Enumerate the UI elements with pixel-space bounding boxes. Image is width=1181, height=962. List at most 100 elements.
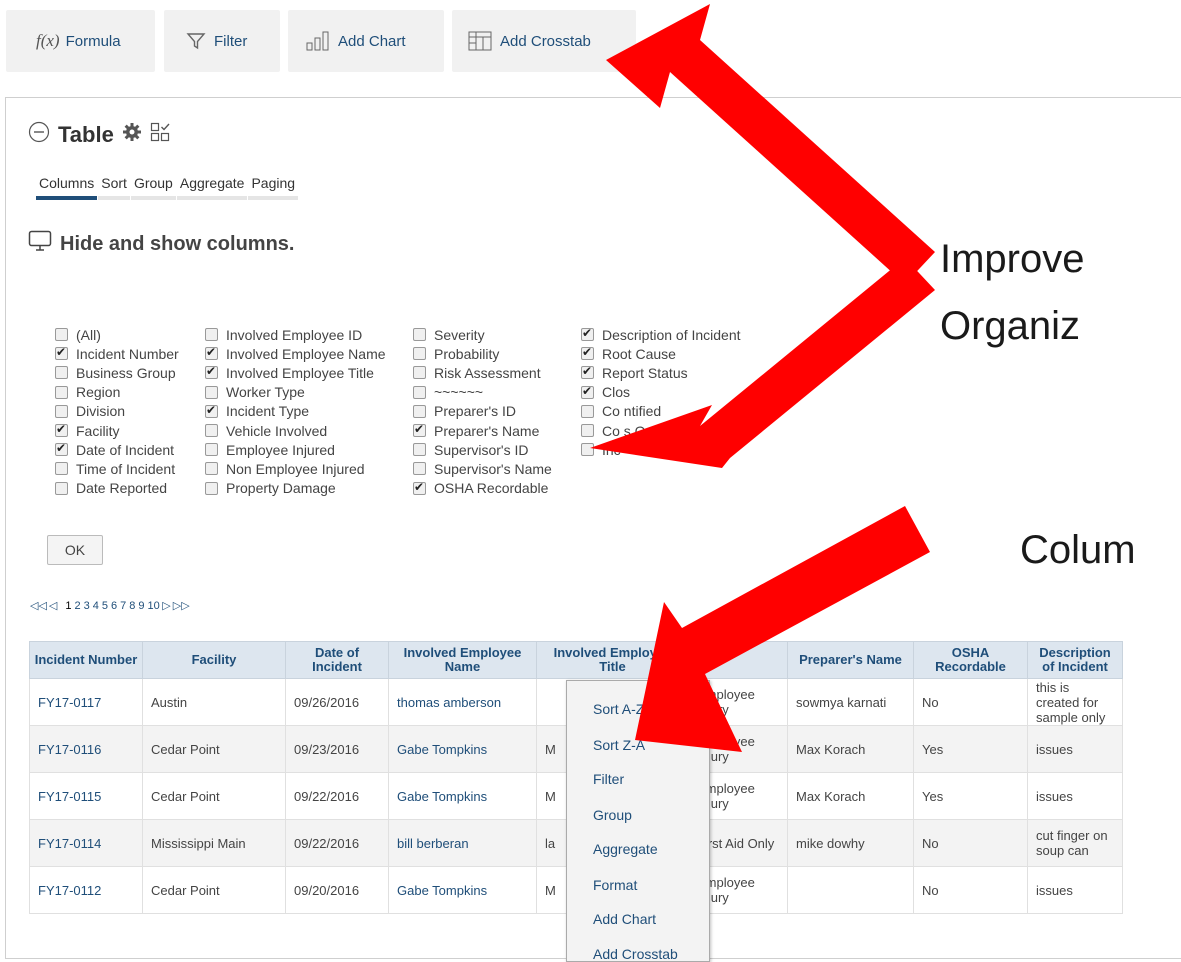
column-checkbox[interactable]: Inc	[581, 440, 741, 459]
unchecked-box[interactable]	[55, 385, 68, 399]
gear-icon[interactable]	[122, 122, 142, 147]
unchecked-box[interactable]	[205, 443, 218, 457]
column-checkbox[interactable]: Preparer's Name	[413, 421, 552, 440]
column-checkbox[interactable]: Supervisor's ID	[413, 440, 552, 459]
unchecked-box[interactable]	[413, 328, 426, 342]
collapse-icon[interactable]	[28, 121, 50, 148]
column-checkbox[interactable]: ~~~~~~	[413, 383, 552, 402]
column-checkbox[interactable]: Date of Incident	[55, 440, 179, 459]
column-checkbox[interactable]: Employee Injured	[205, 440, 386, 459]
menu-item-sort-z-a[interactable]: Sort Z-A	[593, 737, 645, 753]
column-checkbox[interactable]: Risk Assessment	[413, 363, 552, 382]
menu-item-add-chart[interactable]: Add Chart	[593, 911, 656, 927]
checked-box[interactable]	[581, 345, 594, 361]
tab-group[interactable]: Group	[130, 175, 176, 200]
column-checkbox[interactable]: Property Damage	[205, 479, 386, 498]
checked-box[interactable]	[581, 384, 594, 399]
column-checkbox[interactable]: Report Status	[581, 363, 741, 382]
table-cell[interactable]: FY17-0114	[29, 819, 143, 867]
unchecked-box[interactable]	[581, 443, 594, 457]
page-3[interactable]: 3	[84, 600, 90, 612]
unchecked-box[interactable]	[413, 404, 426, 418]
unchecked-box[interactable]	[413, 347, 426, 361]
column-header[interactable]: Preparer's Name	[787, 641, 914, 679]
table-cell[interactable]: Gabe Tompkins	[388, 725, 537, 773]
table-cell[interactable]: thomas amberson	[388, 678, 537, 726]
unchecked-box[interactable]	[205, 385, 218, 399]
page-5[interactable]: 5	[102, 600, 108, 612]
page-6[interactable]: 6	[111, 600, 117, 612]
column-checkbox[interactable]: Probability	[413, 344, 552, 363]
checked-box[interactable]	[581, 326, 594, 342]
table-cell[interactable]: bill berberan	[388, 819, 537, 867]
unchecked-box[interactable]	[55, 404, 68, 418]
column-checkbox[interactable]: Root Cause	[581, 344, 741, 363]
formula-button[interactable]: f(x) Formula	[6, 10, 155, 72]
menu-item-add-crosstab[interactable]: Add Crosstab	[593, 946, 678, 962]
unchecked-box[interactable]	[55, 328, 68, 342]
menu-item-aggregate[interactable]: Aggregate	[593, 841, 658, 857]
column-checkbox[interactable]: Involved Employee Name	[205, 344, 386, 363]
column-checkbox[interactable]: Involved Employee ID	[205, 325, 386, 344]
column-header[interactable]: Involved Employee Title	[536, 641, 689, 679]
unchecked-box[interactable]	[413, 366, 426, 380]
tab-sort[interactable]: Sort	[98, 175, 130, 200]
checked-box[interactable]	[205, 364, 218, 380]
checked-box[interactable]	[581, 364, 594, 380]
page-4[interactable]: 4	[93, 600, 99, 612]
page-2[interactable]: 2	[75, 600, 81, 612]
table-cell[interactable]: Gabe Tompkins	[388, 866, 537, 914]
tab-paging[interactable]: Paging	[248, 175, 299, 200]
column-checkbox[interactable]: Business Group	[55, 363, 179, 382]
table-cell[interactable]: FY17-0112	[29, 866, 143, 914]
table-cell[interactable]: FY17-0116	[29, 725, 143, 773]
unchecked-box[interactable]	[205, 481, 218, 495]
column-checkbox[interactable]: Supervisor's Name	[413, 459, 552, 478]
unchecked-box[interactable]	[413, 385, 426, 399]
page-10[interactable]: 10	[148, 600, 160, 612]
column-checkbox[interactable]: Date Reported	[55, 479, 179, 498]
column-checkbox[interactable]: Clos	[581, 383, 741, 402]
column-checkbox[interactable]: Incident Number	[55, 344, 179, 363]
column-checkbox[interactable]: Severity	[413, 325, 552, 344]
unchecked-box[interactable]	[55, 366, 68, 380]
add-crosstab-button[interactable]: Add Crosstab	[452, 10, 636, 72]
table-cell[interactable]: FY17-0117	[29, 678, 143, 726]
next-page-icon[interactable]: ▷	[162, 599, 170, 612]
page-1[interactable]: 1	[65, 600, 71, 612]
page-7[interactable]: 7	[120, 600, 126, 612]
unchecked-box[interactable]	[55, 462, 68, 476]
column-header[interactable]	[688, 641, 788, 679]
page-8[interactable]: 8	[129, 600, 135, 612]
checked-box[interactable]	[205, 403, 218, 418]
column-checkbox[interactable]: (All)	[55, 325, 179, 344]
page-9[interactable]: 9	[138, 600, 144, 612]
menu-item-sort-a-z[interactable]: Sort A-Z	[593, 701, 644, 717]
first-page-icon[interactable]: ◁◁	[30, 599, 47, 612]
table-cell[interactable]: FY17-0115	[29, 772, 143, 820]
column-checkbox[interactable]: Involved Employee Title	[205, 363, 386, 382]
checked-box[interactable]	[55, 441, 68, 457]
table-cell[interactable]: Gabe Tompkins	[388, 772, 537, 820]
checked-box[interactable]	[55, 345, 68, 361]
unchecked-box[interactable]	[205, 328, 218, 342]
ok-button[interactable]: OK	[47, 535, 103, 565]
column-header[interactable]: Facility	[142, 641, 286, 679]
unchecked-box[interactable]	[205, 462, 218, 476]
last-page-icon[interactable]: ▷▷	[173, 599, 190, 612]
filter-button[interactable]: Filter	[164, 10, 280, 72]
column-checkbox[interactable]: Co ntified	[581, 402, 741, 421]
tab-columns[interactable]: Columns	[36, 175, 98, 200]
unchecked-box[interactable]	[581, 424, 594, 438]
column-checkbox[interactable]: Facility	[55, 421, 179, 440]
unchecked-box[interactable]	[205, 424, 218, 438]
column-checkbox[interactable]: Worker Type	[205, 383, 386, 402]
column-checkbox[interactable]: Region	[55, 383, 179, 402]
column-header[interactable]: OSHA Recordable	[913, 641, 1028, 679]
column-checkbox[interactable]: Description of Incident	[581, 325, 741, 344]
unchecked-box[interactable]	[413, 462, 426, 476]
menu-item-filter[interactable]: Filter	[593, 771, 624, 787]
column-checkbox[interactable]: Preparer's ID	[413, 402, 552, 421]
column-header[interactable]: Incident Number	[29, 641, 143, 679]
menu-item-group[interactable]: Group	[593, 807, 632, 823]
